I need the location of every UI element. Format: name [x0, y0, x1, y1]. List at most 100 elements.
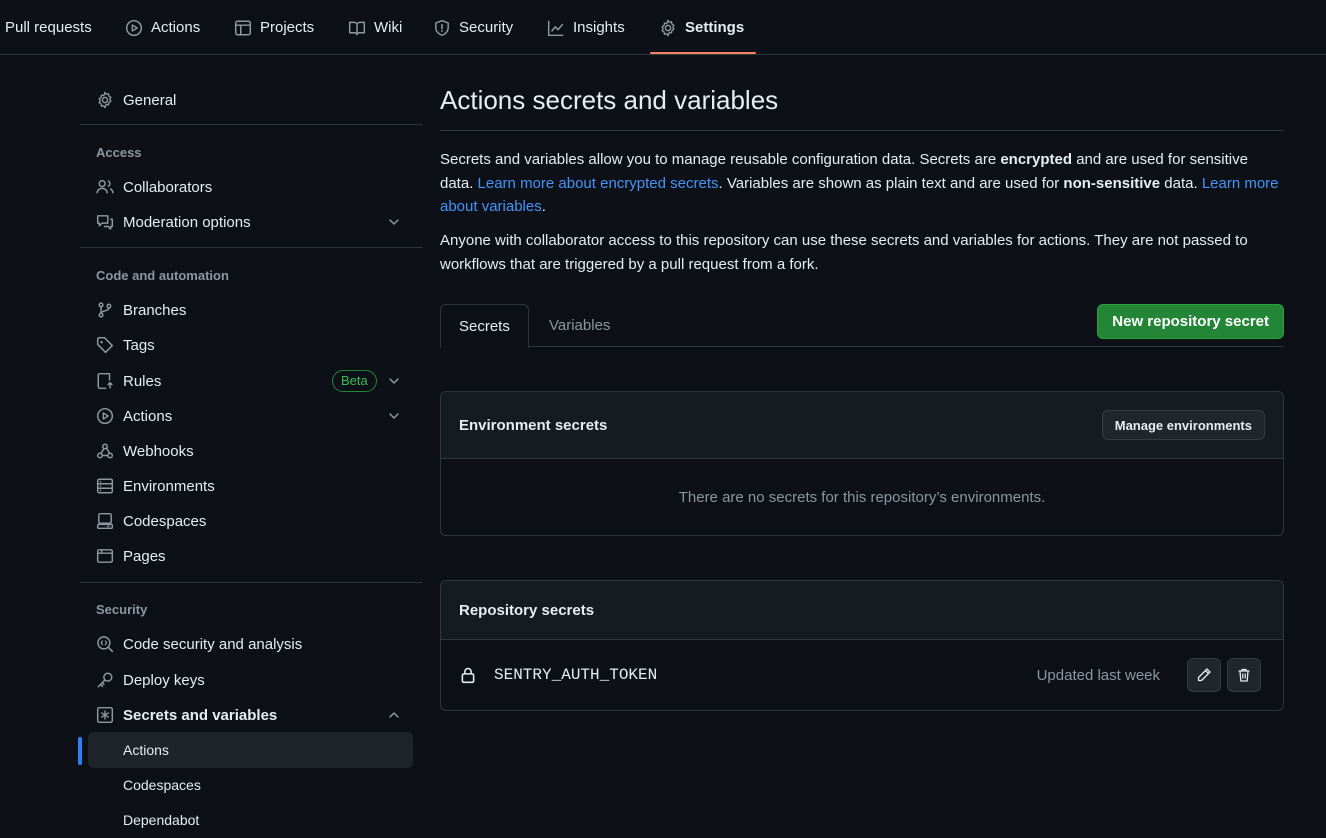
tab-label: Actions: [151, 19, 201, 36]
tab-label: Settings: [685, 19, 745, 36]
intro-paragraph: Secrets and variables allow you to manag…: [440, 148, 1284, 219]
comment-discussion-icon: [96, 213, 114, 231]
title-divider: [440, 130, 1284, 131]
tab-settings[interactable]: Settings: [659, 0, 744, 55]
beta-badge: Beta: [332, 370, 377, 392]
pencil-icon: [1196, 667, 1212, 683]
sidebar-item-rules[interactable]: Rules: [96, 365, 161, 397]
environment-secrets-empty-message: There are no secrets for this repository…: [678, 488, 1046, 506]
sidebar-divider: [80, 124, 422, 125]
secret-updated-time: Updated last week: [1036, 666, 1160, 684]
learn-more-secrets-link[interactable]: Learn more about encrypted secrets: [478, 175, 719, 192]
sidebar-item-label: Rules: [123, 372, 162, 390]
tab-wiki[interactable]: Wiki: [348, 0, 402, 55]
sidebar-item-label: Actions: [123, 407, 173, 425]
graph-icon: [547, 19, 565, 37]
webhook-icon: [96, 442, 114, 460]
sidebar-item-label: Environments: [123, 477, 215, 495]
sidebar-item-label: Secrets and variables: [123, 706, 278, 724]
sidebar-item-label: Code security and analysis: [123, 635, 303, 653]
sidebar-item-deploy-keys[interactable]: Deploy keys: [96, 664, 205, 696]
tag-icon: [96, 336, 114, 354]
chevron-down-icon[interactable]: [386, 408, 402, 424]
chevron-up-icon[interactable]: [386, 707, 402, 723]
people-icon: [96, 178, 114, 196]
repo-push-icon: [96, 372, 114, 390]
selected-tab-indicator: [650, 52, 756, 54]
sidebar-divider: [80, 247, 422, 248]
sidebar-item-code-security[interactable]: Code security and analysis: [96, 628, 302, 660]
intro-bold-non-sensitive: non-sensitive: [1063, 174, 1161, 192]
tab-label: Projects: [260, 19, 315, 36]
sidebar-divider: [80, 582, 422, 583]
trash-icon: [1236, 667, 1252, 683]
intro-text: data.: [1160, 174, 1202, 192]
environment-secrets-box: Environment secrets Manage environments …: [440, 391, 1284, 536]
repo-nav: Pull requests Actions Projects Wiki Secu…: [0, 0, 1326, 55]
sidebar-item-environments[interactable]: Environments: [96, 470, 215, 502]
sidebar-item-moderation-options[interactable]: Moderation options: [96, 206, 251, 238]
sidebar-item-secrets-and-variables[interactable]: Secrets and variables: [96, 699, 277, 731]
active-item-indicator: [78, 737, 82, 765]
repository-secrets-header: Repository secrets: [441, 581, 1283, 640]
sidebar-item-actions[interactable]: Actions: [96, 400, 172, 432]
tab-projects[interactable]: Projects: [234, 0, 314, 55]
codescan-icon: [96, 635, 114, 653]
sidebar-item-label: Collaborators: [123, 178, 213, 196]
book-icon: [348, 19, 366, 37]
sidebar-heading-security: Security: [96, 602, 148, 617]
manage-environments-button[interactable]: Manage environments: [1101, 410, 1265, 440]
browser-icon: [96, 547, 114, 565]
sidebar-item-collaborators[interactable]: Collaborators: [96, 171, 212, 203]
sidebar-item-codespaces[interactable]: Codespaces: [96, 505, 206, 537]
access-note-paragraph: Anyone with collaborator access to this …: [440, 232, 1248, 273]
tab-insights[interactable]: Insights: [547, 0, 625, 55]
edit-secret-button[interactable]: [1187, 658, 1221, 692]
key-icon: [96, 671, 114, 689]
sidebar-item-general[interactable]: General: [96, 84, 176, 116]
sidebar-item-label: Codespaces: [123, 512, 207, 530]
sidebar-item-label: General: [123, 91, 177, 109]
sidebar-subitem-dependabot[interactable]: Dependabot: [88, 802, 413, 838]
intro-text: . Variables are shown as plain text and …: [718, 174, 1064, 192]
sidebar-item-webhooks[interactable]: Webhooks: [96, 435, 194, 467]
git-branch-icon: [96, 301, 114, 319]
intro-text: .: [541, 198, 546, 215]
chevron-down-icon[interactable]: [386, 214, 402, 230]
asterisk-square-icon: [96, 706, 114, 724]
page-title: Actions secrets and variables: [440, 85, 779, 115]
play-icon: [125, 19, 143, 37]
new-repository-secret-button[interactable]: New repository secret: [1097, 304, 1284, 339]
play-icon: [96, 407, 114, 425]
tab-label: Security: [459, 19, 514, 36]
sidebar-item-tags[interactable]: Tags: [96, 329, 155, 361]
environment-secrets-header: Environment secrets Manage environments: [441, 392, 1283, 459]
sidebar-subitem-actions[interactable]: Actions: [88, 732, 413, 768]
sidebar-heading-code-automation: Code and automation: [96, 268, 229, 283]
table-icon: [234, 19, 252, 37]
intro-text: Secrets and variables allow you to manag…: [440, 151, 1001, 168]
repository-secrets-box: Repository secrets SENTRY_AUTH_TOKEN Upd…: [440, 580, 1284, 711]
tab-pull-requests[interactable]: Pull requests: [5, 0, 92, 55]
secret-row: SENTRY_AUTH_TOKEN Updated last week: [441, 640, 1283, 710]
sidebar-item-label: Tags: [123, 336, 155, 354]
tab-variables[interactable]: Variables: [531, 304, 628, 347]
sidebar-item-pages[interactable]: Pages: [96, 540, 166, 572]
sidebar-heading-access: Access: [96, 145, 142, 160]
intro-bold-encrypted: encrypted: [1000, 151, 1073, 168]
gear-icon: [659, 19, 677, 37]
delete-secret-button[interactable]: [1227, 658, 1261, 692]
settings-sidebar: General Access Collaborators Moderation …: [78, 55, 422, 828]
tab-secrets[interactable]: Secrets: [440, 304, 529, 348]
environment-secrets-title: Environment secrets: [459, 416, 608, 434]
sidebar-item-branches[interactable]: Branches: [96, 294, 186, 326]
tab-label: Wiki: [374, 19, 403, 36]
chevron-down-icon[interactable]: [386, 373, 402, 389]
tab-security[interactable]: Security: [433, 0, 513, 55]
secret-name: SENTRY_AUTH_TOKEN: [494, 666, 658, 684]
shield-icon: [433, 19, 451, 37]
sidebar-item-label: Branches: [123, 301, 187, 319]
sidebar-subitem-codespaces[interactable]: Codespaces: [88, 767, 413, 803]
tab-actions[interactable]: Actions: [125, 0, 200, 55]
repository-secrets-title: Repository secrets: [459, 601, 595, 619]
